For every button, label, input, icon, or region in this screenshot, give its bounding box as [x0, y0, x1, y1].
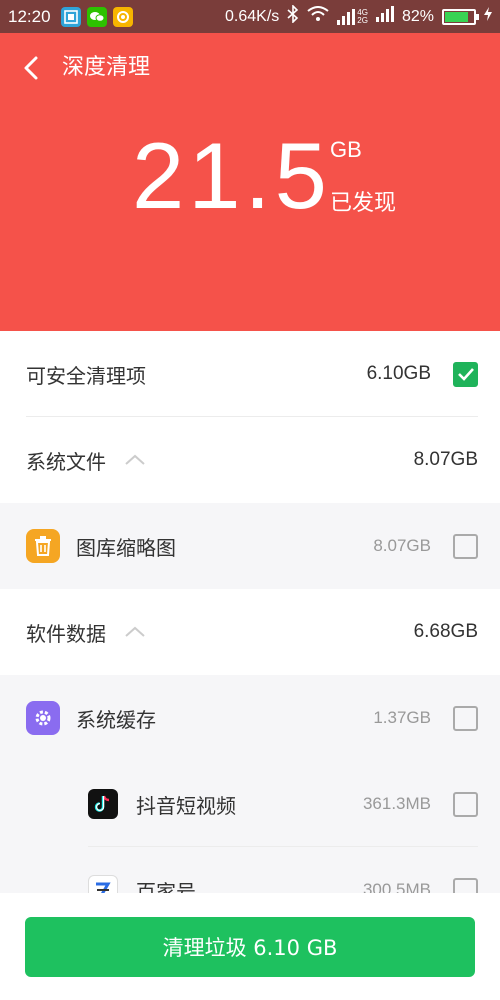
- status-right: 0.64K/s 4G 2G 82%: [225, 4, 492, 28]
- page-title: 深度清理: [62, 55, 151, 80]
- douyin-icon: [88, 789, 118, 819]
- section-label: 系统文件: [26, 449, 106, 474]
- item-checkbox[interactable]: [453, 705, 478, 731]
- battery-icon: [442, 8, 479, 25]
- chevron-up-icon: [125, 454, 145, 465]
- item-size: 361.3MB: [362, 794, 431, 813]
- battery-percent: 82%: [401, 7, 434, 25]
- battery-fill: [445, 11, 468, 22]
- list-item-gallery-thumbnails[interactable]: 图库缩略图 8.07GB: [0, 503, 500, 589]
- section-label: 软件数据: [26, 621, 106, 646]
- section-app-data[interactable]: 软件数据 6.68GB: [0, 589, 500, 675]
- back-button[interactable]: [22, 53, 46, 83]
- safe-clean-row[interactable]: 可安全清理项 6.10GB: [0, 331, 500, 417]
- net-speed: 0.64K/s: [225, 7, 280, 25]
- item-checkbox[interactable]: [453, 791, 478, 817]
- section-size: 6.68GB: [413, 621, 478, 642]
- list-item-douyin[interactable]: 抖音短视频 361.3MB: [0, 761, 500, 847]
- gear-icon: [26, 701, 60, 735]
- cleanup-header: 深度清理 21.5 GB 已发现: [0, 33, 500, 331]
- charging-icon: [484, 7, 492, 26]
- app-notification-icon: [112, 6, 133, 27]
- status-bar: 12:20 0.64K/s 4G 2G 82%: [0, 0, 500, 33]
- found-amount: 21.5: [132, 123, 331, 228]
- check-icon: [457, 368, 474, 381]
- clean-junk-button[interactable]: 清理垃圾 6.10 GB: [25, 917, 475, 977]
- found-label: 已发现: [330, 191, 397, 216]
- section-system-files[interactable]: 系统文件 8.07GB: [0, 417, 500, 503]
- found-unit: GB: [330, 137, 362, 162]
- item-label: 图库缩略图: [76, 535, 176, 560]
- wechat-icon: [86, 6, 107, 27]
- signal-4g-icon: 4G 2G: [337, 8, 368, 25]
- item-label: 抖音短视频: [136, 793, 236, 818]
- net-type-bottom: 2G: [357, 15, 368, 25]
- item-size: 8.07GB: [373, 536, 431, 555]
- safe-clean-size: 6.10GB: [366, 363, 431, 384]
- section-size: 8.07GB: [413, 449, 478, 470]
- list-item-system-cache[interactable]: 系统缓存 1.37GB: [0, 675, 500, 761]
- bluetooth-icon: [287, 4, 299, 28]
- scan-app-icon: [60, 6, 81, 27]
- status-time: 12:20: [8, 6, 51, 26]
- item-label: 系统缓存: [76, 707, 156, 732]
- chevron-up-icon: [125, 626, 145, 637]
- bottom-bar: 清理垃圾 6.10 GB: [0, 893, 500, 1000]
- wifi-icon: [307, 6, 329, 27]
- item-size: 1.37GB: [373, 708, 431, 727]
- chevron-left-icon: [24, 56, 38, 80]
- safe-clean-checkbox[interactable]: [453, 361, 478, 387]
- item-checkbox[interactable]: [453, 533, 478, 559]
- signal-icon: [375, 6, 394, 27]
- safe-clean-label: 可安全清理项: [26, 363, 146, 388]
- trash-icon: [26, 529, 60, 563]
- cleanup-list: 可安全清理项 6.10GB 系统文件 8.07GB 图库缩略图 8.07GB 软…: [0, 331, 500, 933]
